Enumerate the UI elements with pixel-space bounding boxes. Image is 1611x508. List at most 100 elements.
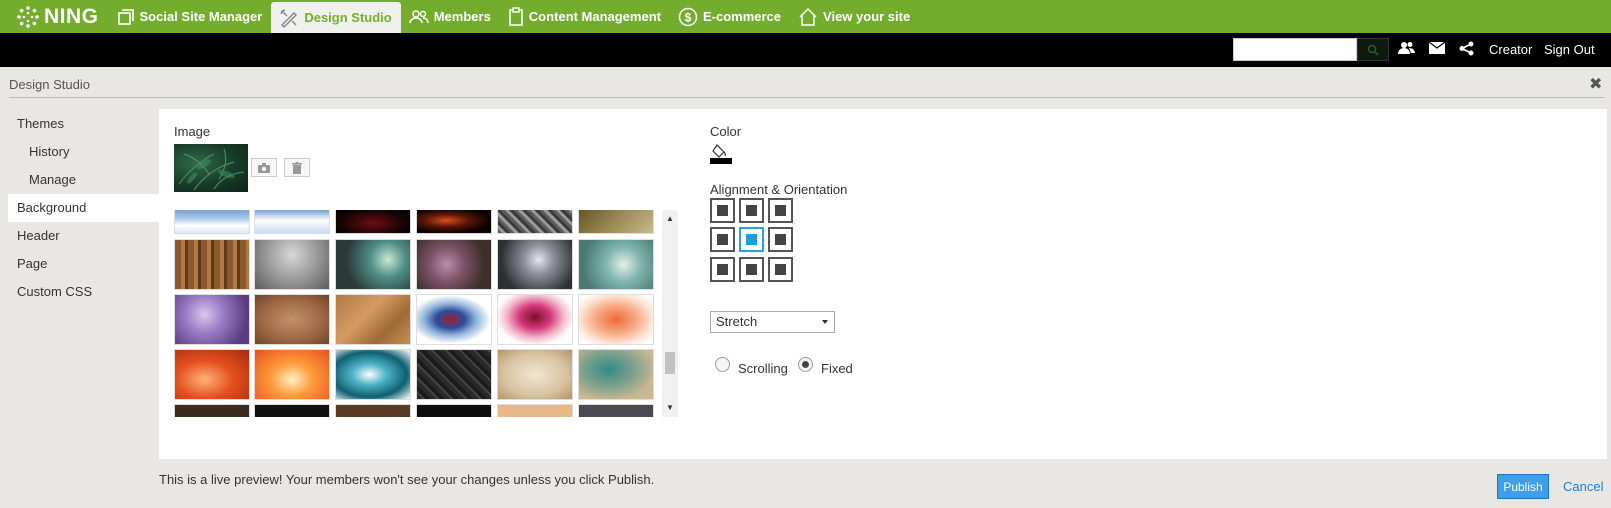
gallery-tile[interactable] [497,239,573,290]
gallery-tile[interactable] [254,349,330,400]
align-middle-right[interactable] [768,227,793,252]
ning-logo[interactable]: NING [0,0,109,33]
gallery-tile[interactable] [335,349,411,400]
gallery-tile[interactable] [254,294,330,345]
divider [9,97,1604,98]
gallery-tile[interactable] [174,239,250,290]
nav-label: View your site [823,9,911,24]
nav-e-commerce[interactable]: $ E-commerce [670,1,790,32]
gallery-tile[interactable] [578,404,654,417]
gallery-tile[interactable] [416,294,492,345]
gallery-tile[interactable] [254,239,330,290]
image-label: Image [174,124,211,139]
members-icon [408,9,429,23]
align-bottom-right[interactable] [768,257,793,282]
scroll-down-arrow[interactable]: ▼ [666,403,674,412]
paint-bucket-icon [710,144,732,164]
background-gallery [174,210,670,417]
align-top-right[interactable] [768,198,793,223]
nav-content-management[interactable]: Content Management [500,1,670,32]
creator-link[interactable]: Creator [1489,42,1532,57]
gallery-tile[interactable] [335,239,411,290]
gallery-tile[interactable] [335,404,411,417]
nav-label: E-commerce [702,9,782,24]
nav-label: Social Site Manager [139,9,263,24]
design-studio-title: Design Studio [9,77,90,92]
sign-out-link[interactable]: Sign Out [1544,42,1595,57]
background-size-select[interactable]: Stretch [710,311,835,333]
radio-fixed[interactable] [798,357,813,372]
nav-social-site-manager[interactable]: Social Site Manager [109,1,272,32]
align-bottom-left[interactable] [710,257,735,282]
gallery-tile[interactable] [578,239,654,290]
sidebar-item-manage[interactable]: Manage [8,166,159,194]
nav-members[interactable]: Members [401,1,500,32]
cancel-link[interactable]: Cancel [1563,479,1603,494]
sidebar-item-themes[interactable]: Themes [8,110,159,138]
square-pages-icon [117,8,134,25]
gallery-tile[interactable] [578,349,654,400]
align-middle-left[interactable] [710,227,735,252]
gallery-tile[interactable] [497,210,573,234]
background-settings-panel: Image ▲ ▼ Color Alignment & Orientation … [159,109,1607,459]
gallery-tile[interactable] [416,239,492,290]
chevron-down-icon [822,320,828,324]
gallery-tile[interactable] [416,404,492,417]
sidebar-item-header[interactable]: Header [8,222,159,250]
align-bottom-center[interactable] [739,257,764,282]
user-bar: Creator Sign Out [0,33,1611,67]
friends-icon[interactable] [1398,41,1415,58]
gallery-tile[interactable] [174,349,250,400]
ning-logo-icon [17,5,39,28]
radio-scrolling-label[interactable]: Scrolling [738,361,788,376]
trash-icon [292,161,302,174]
nav-label: Content Management [528,9,661,24]
gallery-tile[interactable] [497,349,573,400]
delete-image-button[interactable] [284,158,310,177]
share-icon[interactable] [1459,41,1474,59]
home-icon [799,7,817,26]
clipboard-icon [509,6,523,26]
sidebar-item-page[interactable]: Page [8,250,159,278]
gallery-tile[interactable] [497,404,573,417]
align-top-left[interactable] [710,198,735,223]
gallery-tile[interactable] [174,404,250,417]
gallery-tile[interactable] [335,294,411,345]
gallery-scrollbar[interactable]: ▲ ▼ [662,210,678,417]
top-navigation: NING Social Site Manager Design Studio M… [0,0,1611,33]
nav-design-studio[interactable]: Design Studio [271,2,401,33]
gallery-tile[interactable] [416,349,492,400]
color-picker[interactable] [710,143,732,165]
search-button[interactable] [1357,38,1389,61]
radio-scrolling[interactable] [715,357,730,372]
publish-button[interactable]: Publish [1497,474,1549,499]
close-icon[interactable]: ✖ [1589,74,1602,94]
gallery-tile[interactable] [174,294,250,345]
sidebar-item-background[interactable]: Background [8,194,159,222]
gallery-tile[interactable] [335,210,411,234]
live-preview-note: This is a live preview! Your members won… [159,472,655,487]
gallery-tile[interactable] [578,294,654,345]
dollar-icon: $ [678,7,698,26]
mail-icon[interactable] [1428,41,1446,57]
upload-image-button[interactable] [251,158,277,177]
align-top-center[interactable] [739,198,764,223]
camera-icon [258,162,270,173]
gallery-tile[interactable] [254,404,330,417]
gallery-tile[interactable] [254,210,330,234]
sidebar-item-history[interactable]: History [8,138,159,166]
align-middle-center[interactable] [739,227,764,252]
sidebar-item-custom-css[interactable]: Custom CSS [8,278,159,306]
gallery-tile[interactable] [578,210,654,234]
gallery-tile[interactable] [497,294,573,345]
radio-fixed-label[interactable]: Fixed [821,361,853,376]
gallery-tile[interactable] [416,210,492,234]
nav-label: Design Studio [304,10,392,25]
gallery-tile[interactable] [174,210,250,234]
svg-text:$: $ [685,10,692,24]
scrollbar-thumb[interactable] [665,352,675,374]
scroll-up-arrow[interactable]: ▲ [666,214,674,223]
nav-view-your-site[interactable]: View your site [790,1,919,32]
current-background-thumbnail [174,144,248,192]
search-input[interactable] [1233,38,1357,61]
